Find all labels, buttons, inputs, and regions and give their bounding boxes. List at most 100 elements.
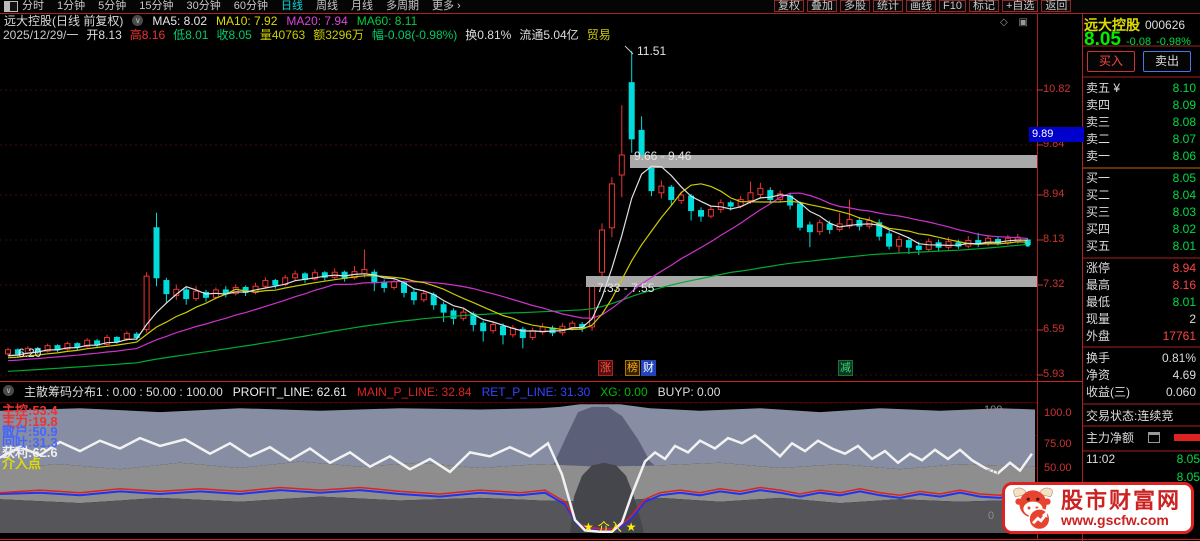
event-marker[interactable]: 财: [641, 360, 656, 376]
level-row[interactable]: 买五 8.01: [1084, 238, 1198, 255]
stat-label: 最低: [1086, 295, 1111, 309]
quote-info-item: 量40763: [259, 28, 306, 42]
level-label: 买五: [1086, 239, 1111, 253]
price-row: 8.05 -0.08 -0.98%: [1084, 29, 1198, 51]
collapse-icon[interactable]: ∨: [3, 385, 14, 396]
chart-canvas[interactable]: [0, 0, 1200, 541]
menu-item-0[interactable]: 分时: [22, 0, 44, 13]
quote-info-item: 低8.01: [173, 28, 209, 42]
menu-item-5[interactable]: 60分钟: [234, 0, 268, 13]
menu-item-8[interactable]: 月线: [351, 0, 373, 13]
menu-item-3[interactable]: 15分钟: [139, 0, 173, 13]
indicator-header-item: RET_P_LINE: 31.30: [481, 385, 591, 399]
level-price: 8.06: [1172, 149, 1196, 163]
tick-row: 11:02 8.05: [1084, 452, 1200, 466]
stat2-rows: 换手 0.81% 净资 4.69 收益(三) 0.060: [1084, 350, 1198, 401]
chart-annotation: ←6.20: [6, 346, 42, 360]
stat-rows: 涨停 8.94 最高 8.16 最低 8.01 现量 2 外盘 17761: [1084, 260, 1198, 345]
menu-item-7[interactable]: 周线: [316, 0, 338, 13]
watermark-text: 股市财富网 www.gscfw.com: [1061, 488, 1181, 528]
bid-levels: 买一 8.05 买二 8.04 买三 8.03 买四 8.02 买五 8.01: [1084, 170, 1198, 255]
tool-button-4[interactable]: 画线: [906, 0, 936, 12]
level-price: 8.05: [1172, 171, 1196, 185]
tool-button-3[interactable]: 统计: [873, 0, 903, 12]
level-label: 卖四: [1086, 98, 1111, 112]
level-price: 8.01: [1172, 239, 1196, 253]
indicator-axis-label: 50.00: [1044, 462, 1072, 474]
tool-button-7[interactable]: +自选: [1001, 0, 1039, 12]
tool-button-2[interactable]: 多股: [840, 0, 870, 12]
level-price: 8.08: [1172, 115, 1196, 129]
level-row[interactable]: 卖三 8.08: [1084, 114, 1198, 131]
quote-info-item: 高8.16: [129, 28, 166, 42]
stat-row: 换手 0.81%: [1084, 350, 1198, 367]
level-row[interactable]: 买二 8.04: [1084, 187, 1198, 204]
level-price: 8.10: [1172, 81, 1196, 95]
indicator-axis-label: 100.0: [1044, 407, 1072, 419]
tool-button-6[interactable]: 标记: [968, 0, 999, 12]
level-price: 8.07: [1172, 132, 1196, 146]
menu-item-4[interactable]: 30分钟: [187, 0, 221, 13]
chart-title-row: 远大控股(日线 前复权) ∨ MA5: 8.02 MA10: 7.92 MA20: …: [4, 15, 417, 28]
buy-button[interactable]: 买入: [1087, 51, 1135, 72]
ask-levels: 卖五 ¥ 8.10 卖四 8.09 卖三 8.08 卖二 8.07 卖一 8.06: [1084, 80, 1198, 165]
price-axis-label: 8.13: [1043, 233, 1065, 245]
stat-row: 收益(三) 0.060: [1084, 384, 1198, 401]
menu-item-1[interactable]: 1分钟: [57, 0, 85, 13]
event-marker[interactable]: 减: [838, 360, 853, 376]
quote-info-item: 流通5.04亿: [519, 28, 579, 42]
tool-button-1[interactable]: 叠加: [807, 0, 837, 12]
level-price: 8.04: [1172, 188, 1196, 202]
main-net-label: 主力净额: [1086, 431, 1135, 445]
stat-row: 最低 8.01: [1084, 294, 1198, 311]
chart-annotation: 9.66 - 9.46: [634, 149, 692, 163]
signal-label: 介入: [597, 520, 622, 534]
tool-button-8[interactable]: 返回: [1041, 0, 1072, 12]
stat-label: 净资: [1086, 368, 1111, 382]
menu-item-10[interactable]: 更多 ›: [432, 0, 461, 13]
ma-legend-item: MA60: 8.11: [356, 14, 418, 28]
level-row[interactable]: 卖二 8.07: [1084, 131, 1198, 148]
quote-info-item: 2025/12/29/一: [3, 28, 79, 42]
sell-button[interactable]: 卖出: [1143, 51, 1191, 72]
top-menu-bar: 分时 1分钟 5分钟 15分钟 30分钟 60分钟 日线 周线 月线 多周期 更多 › 复权 叠加 多股…: [0, 0, 1200, 13]
level-label: 买二: [1086, 188, 1111, 202]
stat-row: 外盘 17761: [1084, 328, 1198, 345]
stat-value: 0.81%: [1161, 351, 1196, 365]
stat-value: 8.16: [1172, 278, 1196, 292]
tool-button-0[interactable]: 复权: [774, 0, 804, 12]
menu-item-9[interactable]: 多周期: [386, 0, 419, 13]
event-marker[interactable]: 涨: [598, 360, 613, 376]
level-row[interactable]: 买三 8.03: [1084, 204, 1198, 221]
indicator-header-item: MAIN_P_LINE: 32.84: [356, 385, 472, 399]
indicator-axis-label: 75.00: [1044, 438, 1072, 450]
level-label: 卖三: [1086, 115, 1111, 129]
level-price: 8.03: [1172, 205, 1196, 219]
level-row[interactable]: 买一 8.05: [1084, 170, 1198, 187]
level-price: 8.02: [1172, 222, 1196, 236]
stat-row: 最高 8.16: [1084, 277, 1198, 294]
stat-row: 现量 2: [1084, 311, 1198, 328]
level-row[interactable]: 卖一 8.06: [1084, 148, 1198, 165]
price-axis-label: 5.93: [1043, 368, 1065, 380]
main-net-row[interactable]: 主力净额: [1084, 429, 1200, 446]
indicator-header-item: XG: 0.00: [600, 385, 648, 399]
chart-corner-icons[interactable]: ◇ ▣: [1000, 17, 1032, 28]
level-row[interactable]: 卖五 ¥ 8.10: [1084, 80, 1198, 97]
quote-info-item: 幅-0.08(-0.98%): [371, 28, 458, 42]
level-label: 卖五 ¥: [1086, 81, 1121, 95]
tool-button-5[interactable]: F10: [939, 0, 966, 12]
level-row[interactable]: 买四 8.02: [1084, 221, 1198, 238]
quote-info-bar: 2025/12/29/一 开8.13 高8.16 低8.01 收8.05 量40763 额3…: [3, 29, 611, 42]
buy-signal: ★ 介入 ★: [583, 518, 637, 535]
menu-item-6[interactable]: 日线: [281, 0, 303, 13]
level-label: 卖二: [1086, 132, 1111, 146]
level-row[interactable]: 卖四 8.09: [1084, 97, 1198, 114]
chevron-down-icon[interactable]: ∨: [132, 15, 144, 26]
window-panel-icon[interactable]: [4, 1, 18, 12]
event-marker[interactable]: 榜: [625, 360, 640, 376]
list-icon[interactable]: [1148, 432, 1160, 443]
tick-time: 11:02: [1086, 452, 1116, 466]
stat-label: 收益(三): [1086, 385, 1130, 399]
menu-item-2[interactable]: 5分钟: [98, 0, 126, 13]
